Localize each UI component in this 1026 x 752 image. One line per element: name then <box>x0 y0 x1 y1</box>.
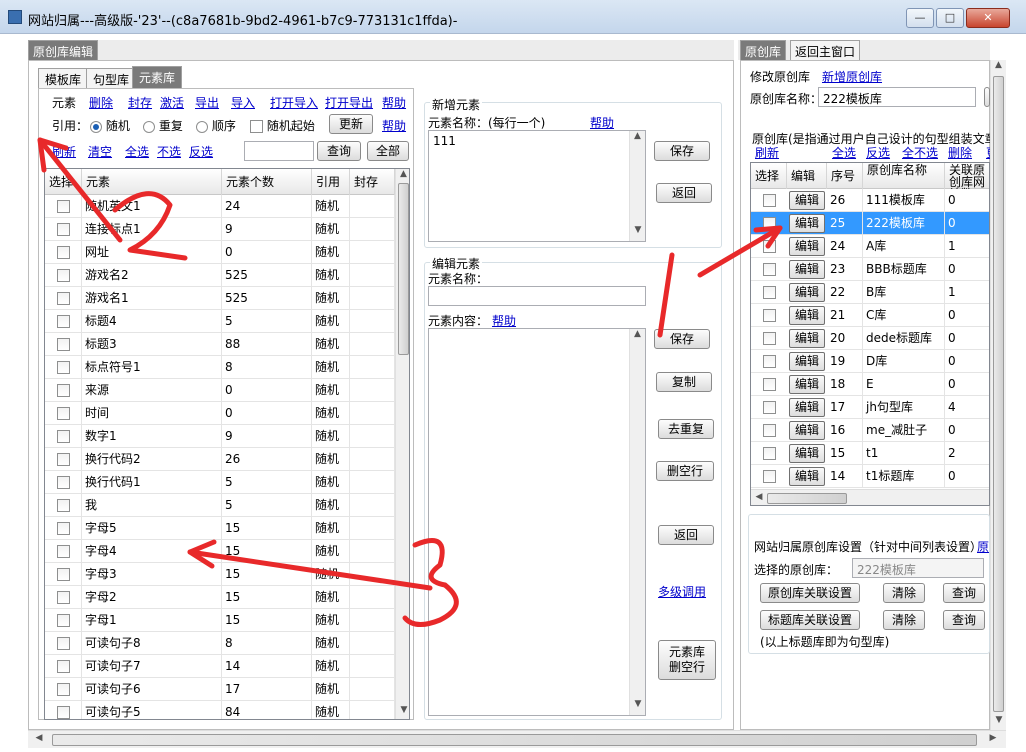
annotation-digit-1-path <box>657 252 675 338</box>
annotation-arrow-3 <box>187 549 433 591</box>
annotation-arrow-2 <box>37 137 123 243</box>
annotation-overlay <box>37 137 783 627</box>
annotation-arrow-1 <box>697 225 783 278</box>
annotation-digit-2-path <box>112 191 188 261</box>
annotation-digit-3-path <box>402 538 459 627</box>
